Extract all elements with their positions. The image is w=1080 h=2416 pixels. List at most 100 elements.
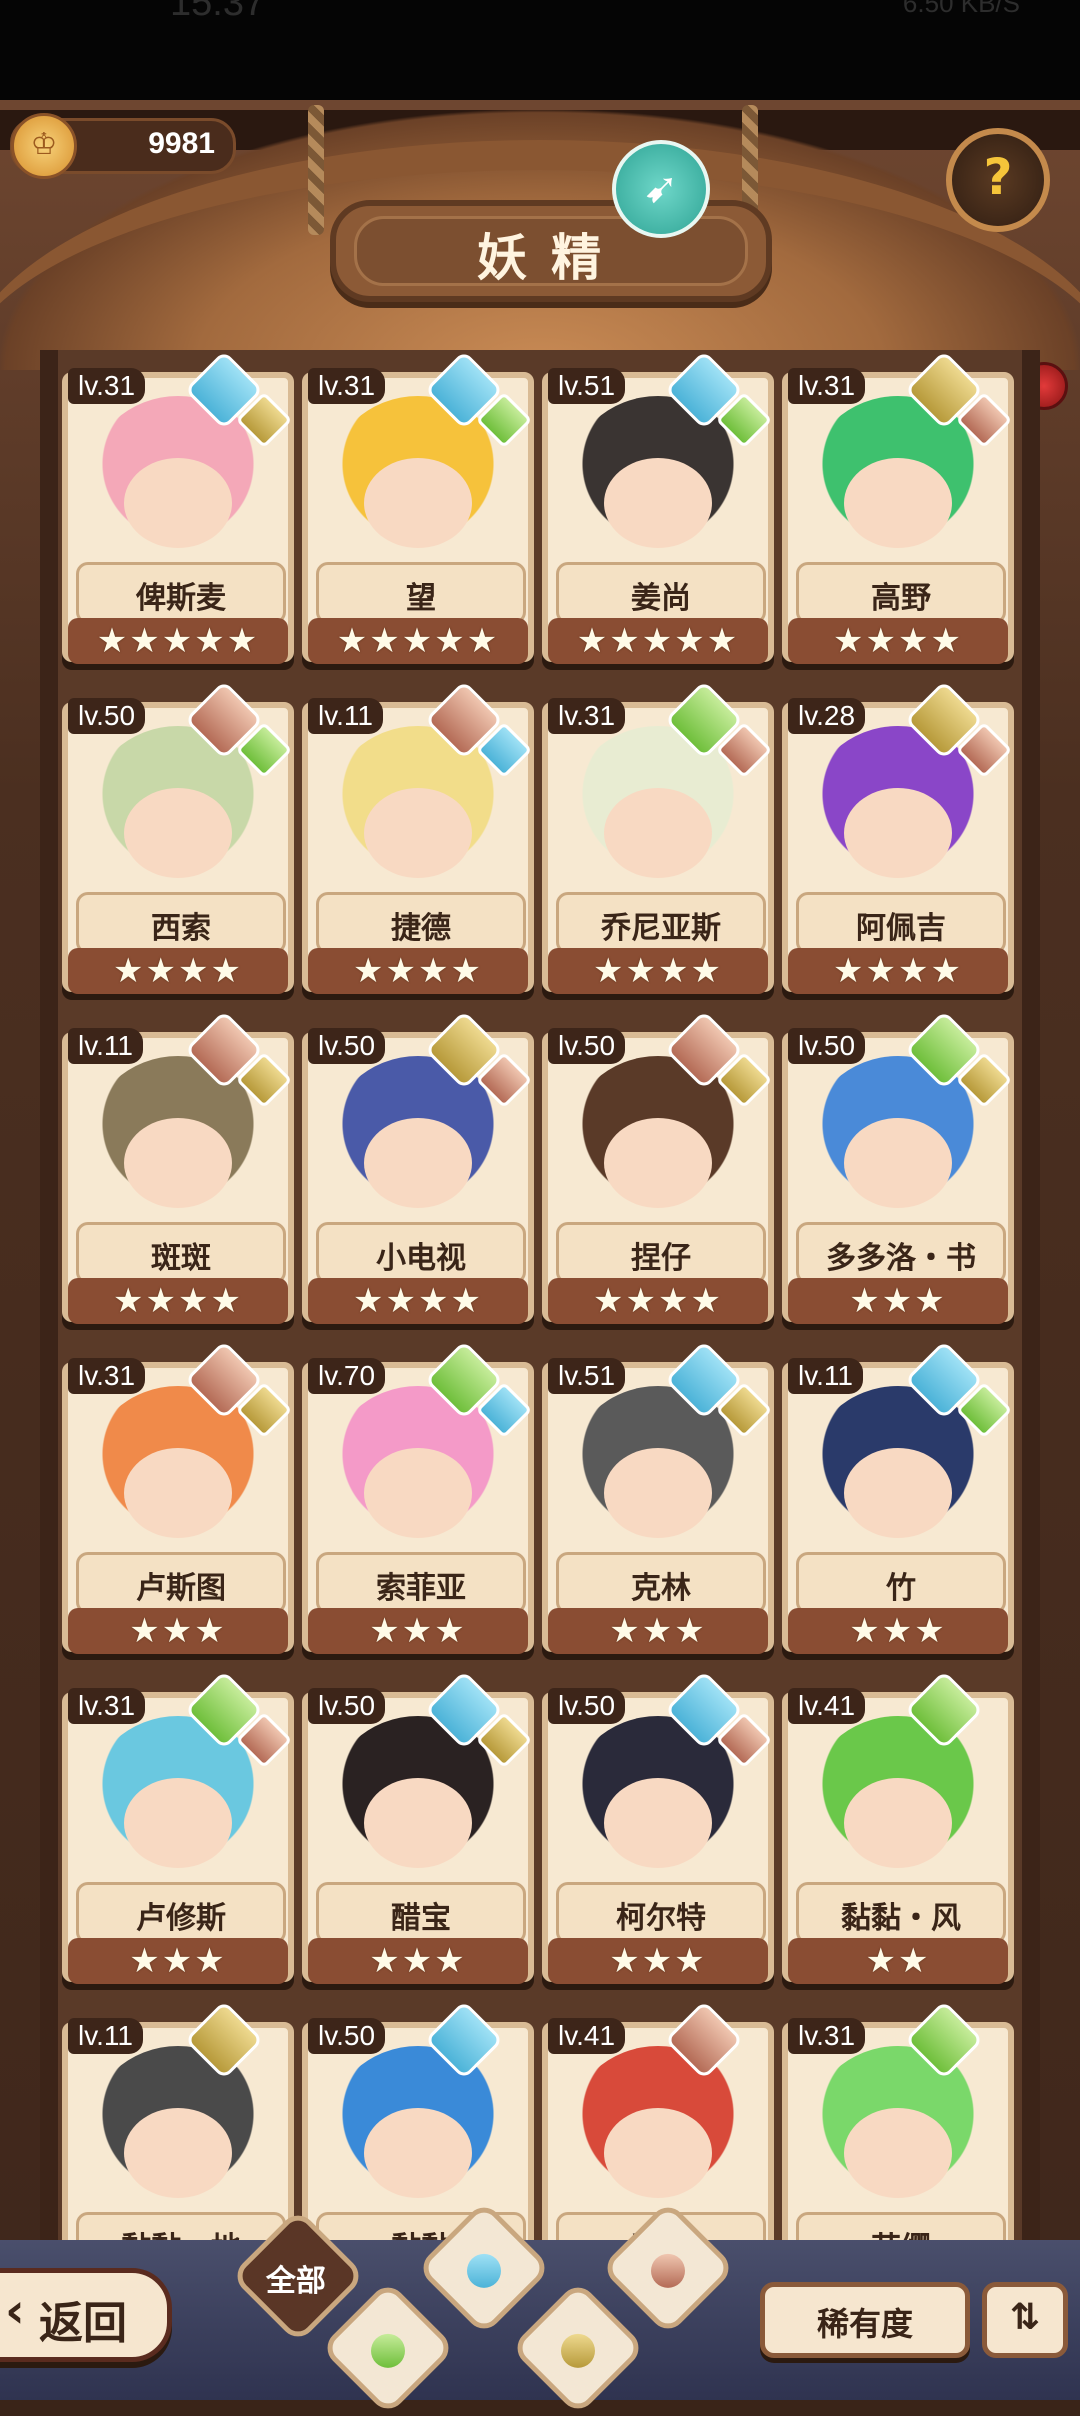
fairy-card[interactable]: lv.50 柯尔特 ★★★ bbox=[542, 1670, 774, 1992]
level-badge: lv.50 bbox=[308, 2018, 386, 2054]
name-banner: 柯尔特 bbox=[556, 1882, 766, 1944]
level-badge: lv.50 bbox=[788, 1028, 866, 1064]
character-name: 捷德 bbox=[391, 911, 451, 946]
fairy-card[interactable]: lv.50 多多洛・书 ★★★ bbox=[782, 1010, 1014, 1332]
name-banner: 索菲亚 bbox=[316, 1552, 526, 1614]
star-rating: ★★★★★ bbox=[548, 618, 768, 664]
star-rating: ★★★★ bbox=[548, 948, 768, 994]
fairy-card[interactable]: lv.28 阿佩吉 ★★★★ bbox=[782, 680, 1014, 1002]
help-button[interactable]: ? bbox=[946, 128, 1050, 232]
character-face bbox=[844, 458, 952, 548]
star-rating: ★★★ bbox=[788, 1608, 1008, 1654]
level-badge: lv.50 bbox=[548, 1028, 626, 1064]
water-drop-icon bbox=[467, 2253, 501, 2288]
character-name: 醋宝 bbox=[391, 1901, 451, 1936]
character-name: 卢斯图 bbox=[136, 1571, 226, 1606]
character-face bbox=[844, 1448, 952, 1538]
fairy-card[interactable]: lv.50 西索 ★★★★ bbox=[62, 680, 294, 1002]
character-face bbox=[604, 1448, 712, 1538]
name-banner: 乔尼亚斯 bbox=[556, 892, 766, 954]
status-bar: 15:37 6.50 KB/S bbox=[0, 0, 1080, 95]
level-badge: lv.31 bbox=[548, 698, 626, 734]
character-face bbox=[124, 458, 232, 548]
name-banner: 姜尚 bbox=[556, 562, 766, 624]
fairy-card[interactable]: lv.50 小电视 ★★★★ bbox=[302, 1010, 534, 1332]
name-banner: 醋宝 bbox=[316, 1882, 526, 1944]
name-banner: 黏黏・风 bbox=[796, 1882, 1006, 1944]
star-rating: ★★★ bbox=[548, 1608, 768, 1654]
name-banner: 卢斯图 bbox=[76, 1552, 286, 1614]
level-badge: lv.50 bbox=[68, 698, 146, 734]
fairy-card[interactable]: lv.31 高野 ★★★★ bbox=[782, 350, 1014, 672]
fairy-card[interactable]: lv.50 捏仔 ★★★★ bbox=[542, 1010, 774, 1332]
fairy-card[interactable]: lv.51 姜尚 ★★★★★ bbox=[542, 350, 774, 672]
character-face bbox=[364, 458, 472, 548]
status-net: 6.50 KB/S bbox=[902, 0, 1020, 18]
tab-all-label: 全部 bbox=[265, 2264, 326, 2300]
level-badge: lv.31 bbox=[308, 368, 386, 404]
star-rating: ★★★ bbox=[548, 1938, 768, 1984]
coin-counter: ♔ 9981 bbox=[10, 113, 236, 179]
character-name: 卢修斯 bbox=[136, 1901, 226, 1936]
character-face bbox=[604, 2108, 712, 2198]
level-badge: lv.70 bbox=[308, 1358, 386, 1394]
character-face bbox=[604, 1778, 712, 1868]
character-name: 西索 bbox=[151, 911, 211, 946]
star-rating: ★★★★ bbox=[788, 618, 1008, 664]
character-name: 小电视 bbox=[376, 1241, 466, 1276]
level-badge: lv.31 bbox=[68, 1358, 146, 1394]
sort-order-icon[interactable]: ⇅ bbox=[982, 2282, 1068, 2358]
character-face bbox=[124, 1778, 232, 1868]
star-rating: ★★★ bbox=[68, 1938, 288, 1984]
character-name: 望 bbox=[406, 581, 436, 616]
name-banner: 竹 bbox=[796, 1552, 1006, 1614]
fairy-card[interactable]: lv.11 捷德 ★★★★ bbox=[302, 680, 534, 1002]
fairy-card[interactable]: lv.31 俾斯麦 ★★★★★ bbox=[62, 350, 294, 672]
back-label: 返回 bbox=[39, 2298, 127, 2349]
fairy-card[interactable]: lv.31 乔尼亚斯 ★★★★ bbox=[542, 680, 774, 1002]
name-banner: 俾斯麦 bbox=[76, 562, 286, 624]
level-badge: lv.28 bbox=[788, 698, 866, 734]
character-face bbox=[844, 1118, 952, 1208]
character-face bbox=[364, 788, 472, 878]
fairy-card[interactable]: lv.11 斑斑 ★★★★ bbox=[62, 1010, 294, 1332]
name-banner: 捷德 bbox=[316, 892, 526, 954]
fairy-card[interactable]: lv.51 克林 ★★★ bbox=[542, 1340, 774, 1662]
fairy-card[interactable]: lv.31 卢修斯 ★★★ bbox=[62, 1670, 294, 1992]
fairy-card[interactable]: lv.41 黏黏・风 ★★ bbox=[782, 1670, 1014, 1992]
star-rating: ★★★★ bbox=[548, 1278, 768, 1324]
fairy-card[interactable]: lv.31 卢斯图 ★★★ bbox=[62, 1340, 294, 1662]
name-banner: 望 bbox=[316, 562, 526, 624]
character-face bbox=[844, 788, 952, 878]
character-face bbox=[604, 1118, 712, 1208]
rocket-icon[interactable]: ➹ bbox=[612, 140, 710, 238]
fairy-card[interactable]: lv.70 索菲亚 ★★★ bbox=[302, 1340, 534, 1662]
star-rating: ★★★★ bbox=[308, 1278, 528, 1324]
star-rating: ★★★★ bbox=[68, 948, 288, 994]
character-face bbox=[124, 1118, 232, 1208]
sort-rarity-button[interactable]: 稀有度 bbox=[760, 2282, 970, 2358]
level-badge: lv.11 bbox=[788, 1358, 863, 1394]
fairy-card[interactable]: lv.50 醋宝 ★★★ bbox=[302, 1670, 534, 1992]
name-banner: 阿佩吉 bbox=[796, 892, 1006, 954]
sort-label: 稀有度 bbox=[816, 2305, 913, 2343]
name-banner: 克林 bbox=[556, 1552, 766, 1614]
star-rating: ★★★ bbox=[308, 1938, 528, 1984]
name-banner: 卢修斯 bbox=[76, 1882, 286, 1944]
name-banner: 捏仔 bbox=[556, 1222, 766, 1284]
fairy-card[interactable]: lv.31 望 ★★★★★ bbox=[302, 350, 534, 672]
chevron-left-icon: ‹ bbox=[5, 2283, 25, 2339]
character-face bbox=[364, 1118, 472, 1208]
level-badge: lv.11 bbox=[308, 698, 383, 734]
back-button[interactable]: ‹ 返回 bbox=[0, 2268, 172, 2362]
name-banner: 斑斑 bbox=[76, 1222, 286, 1284]
star-rating: ★★★★ bbox=[308, 948, 528, 994]
character-face bbox=[124, 788, 232, 878]
fairy-card[interactable]: lv.11 竹 ★★★ bbox=[782, 1340, 1014, 1662]
character-face bbox=[844, 2108, 952, 2198]
character-name: 高野 bbox=[871, 581, 931, 616]
star-rating: ★★★ bbox=[68, 1608, 288, 1654]
level-badge: lv.31 bbox=[788, 368, 866, 404]
leaf-sprout-icon bbox=[371, 2333, 405, 2368]
level-badge: lv.51 bbox=[548, 1358, 626, 1394]
